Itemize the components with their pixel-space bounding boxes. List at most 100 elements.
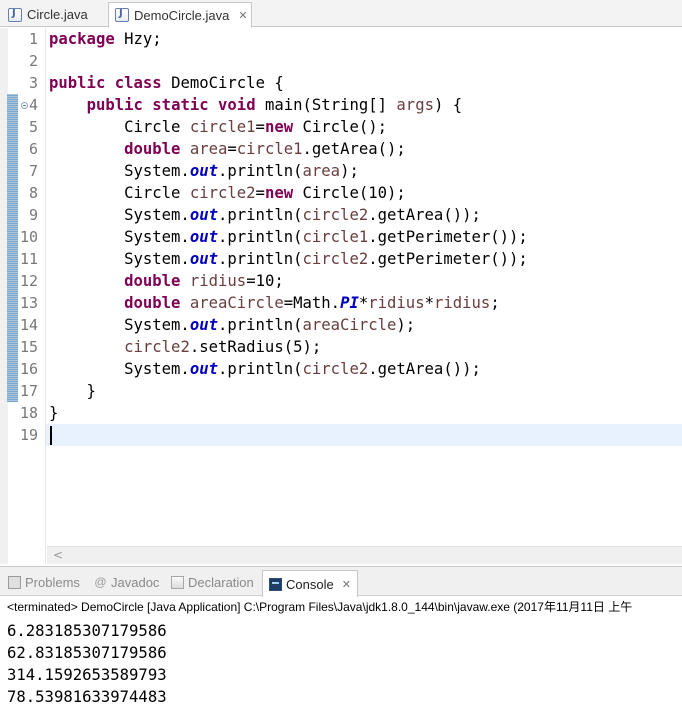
code-token: =10; (246, 272, 284, 290)
code-token: .println( (218, 228, 303, 246)
code-token: circle1 (189, 118, 256, 136)
line-number: 3 (28, 74, 38, 92)
code-token: ridius (189, 272, 247, 290)
code-token: new (264, 118, 294, 136)
code-token: out (189, 316, 218, 334)
code-token: = (255, 184, 265, 202)
code-line: circle2.setRadius(5); (49, 336, 321, 358)
code-line: Circle circle1=new Circle(); (49, 116, 387, 138)
code-token: PI (340, 294, 359, 312)
code-token: .getPerimeter()); (368, 250, 528, 268)
java-file-icon (8, 7, 22, 22)
console-icon (269, 577, 282, 591)
code-token: public (49, 74, 106, 92)
code-token: out (189, 206, 218, 224)
console-output-line: 62.83185307179586 (7, 644, 167, 662)
code-text[interactable]: package Hzy; public class DemoCircle { pu… (49, 28, 682, 528)
code-token: = (255, 118, 265, 136)
quick-diff-change-bar (7, 94, 18, 402)
code-token: Circle (49, 118, 190, 136)
line-number: 7 (28, 162, 38, 180)
code-token: circle2 (302, 206, 369, 224)
close-tab-icon[interactable]: ✕ (238, 9, 247, 22)
line-number: 19 (19, 426, 38, 444)
code-token: args (396, 96, 434, 114)
code-line: } (49, 402, 58, 424)
code-token: static (152, 96, 209, 114)
code-token: .println( (218, 360, 303, 378)
line-number: 8 (28, 184, 38, 202)
line-number: 9 (28, 206, 38, 224)
code-line: double area=circle1.getArea(); (49, 138, 406, 160)
code-editor[interactable]: 1 2 3 4 5 6 7 8 9 10 11 12 13 14 15 16 17 18 19 package Hz… (0, 28, 682, 564)
code-token: ) { (433, 96, 463, 114)
tab-label: Console (286, 576, 334, 592)
code-token: Circle (49, 184, 190, 202)
editor-tab-bar: Circle.java DemoCircle.java ✕ (0, 0, 682, 28)
code-token: .getPerimeter()); (368, 228, 528, 246)
line-number: 18 (19, 404, 38, 422)
tab-declaration[interactable]: Declaration (171, 571, 254, 593)
code-token: ); (340, 162, 359, 180)
code-token: out (189, 228, 218, 246)
line-number: 13 (19, 294, 38, 312)
code-line: package Hzy; (49, 28, 162, 50)
code-token: .getArea()); (368, 206, 481, 224)
code-token: package (49, 30, 115, 48)
line-number: 16 (19, 360, 38, 378)
code-line: System.out.println(area); (49, 160, 359, 182)
code-token: System. (49, 360, 190, 378)
tab-problems[interactable]: Problems (8, 571, 80, 593)
code-token: .setRadius(5); (189, 338, 322, 356)
console-output[interactable]: 6.283185307179586 62.83185307179586 314.15… (0, 616, 682, 718)
code-token: areaCircle (302, 316, 397, 334)
tab-console[interactable]: Console ✕ (262, 570, 358, 597)
code-token: .println( (218, 162, 303, 180)
tab-label: Javadoc (111, 574, 160, 590)
console-process-status: <terminated> DemoCircle [Java Applicatio… (7, 600, 633, 614)
tab-label: DemoCircle.java (134, 7, 230, 23)
code-token: circle2 (302, 360, 369, 378)
code-line: System.out.println(areaCircle); (49, 314, 415, 336)
tab-javadoc[interactable]: @ Javadoc (94, 571, 159, 593)
line-number: 11 (19, 250, 38, 268)
code-token: circle2 (302, 250, 369, 268)
tab-label: Problems (25, 574, 80, 590)
code-token: public (86, 96, 143, 114)
code-token: ); (396, 316, 416, 334)
code-token: System. (49, 228, 190, 246)
tab-circle-java[interactable]: Circle.java (2, 2, 106, 27)
text-cursor (50, 426, 52, 445)
tab-democircle-java[interactable]: DemoCircle.java ✕ (108, 2, 252, 28)
close-tab-icon[interactable]: ✕ (342, 578, 351, 591)
code-token: out (189, 250, 218, 268)
code-token: System. (49, 250, 190, 268)
code-token: out (189, 360, 218, 378)
javadoc-icon: @ (94, 574, 107, 589)
code-line: Circle circle2=new Circle(10); (49, 182, 406, 204)
horizontal-scrollbar[interactable]: < (47, 546, 682, 564)
code-token: .println( (218, 250, 303, 268)
code-token: new (264, 184, 294, 202)
code-line: public static void main(String[] args) { (49, 94, 463, 116)
scroll-left-icon[interactable]: < (53, 548, 63, 562)
problems-icon (8, 575, 21, 589)
code-token: main(String[] (255, 96, 397, 114)
code-token: System. (49, 316, 190, 334)
code-token: circle2 (124, 338, 190, 356)
line-number: 2 (28, 52, 38, 70)
code-token: ridius (368, 294, 425, 312)
tab-label: Circle.java (27, 7, 88, 22)
code-token: area (302, 162, 341, 180)
code-token: .getArea(); (302, 140, 406, 158)
code-token: .println( (218, 316, 303, 334)
